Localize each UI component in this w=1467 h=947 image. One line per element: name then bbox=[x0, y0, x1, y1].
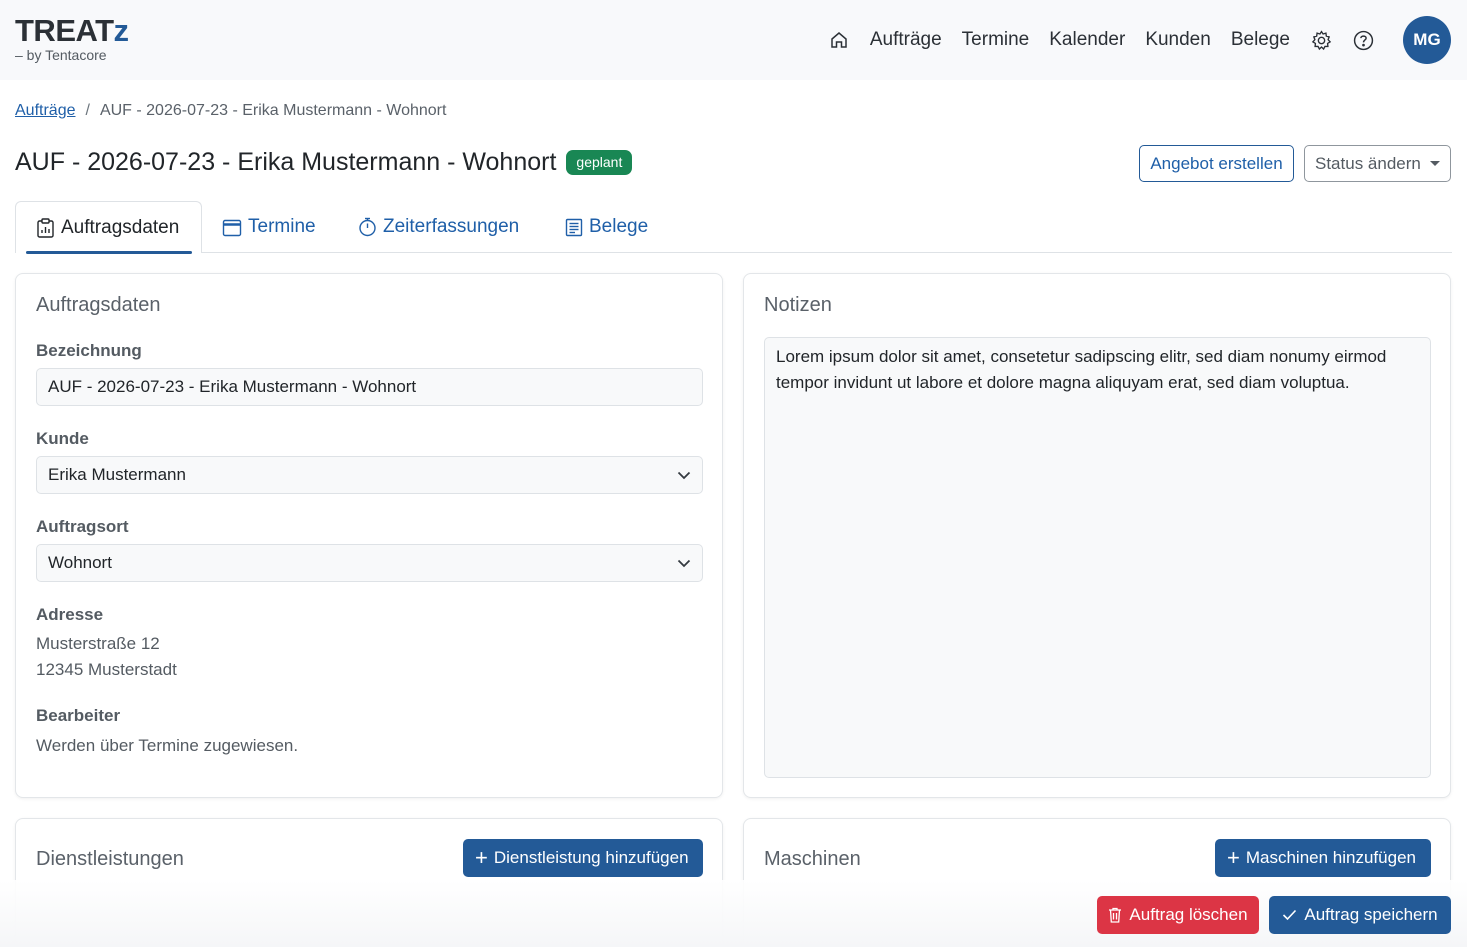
staff-label: Bearbeiter bbox=[36, 706, 121, 725]
chevron-down-icon bbox=[677, 471, 691, 479]
trash-icon bbox=[1109, 907, 1122, 923]
calendar-icon bbox=[222, 219, 242, 236]
card-title: Auftragsdaten bbox=[36, 294, 161, 316]
brand-name: TREATz bbox=[15, 13, 129, 48]
add-machine-label: Maschinen hinzufügen bbox=[1245, 848, 1416, 867]
delete-order-button[interactable]: Auftrag löschen bbox=[1097, 896, 1259, 934]
active-tab-indicator bbox=[26, 251, 192, 254]
notes-card: Notizen Lorem ipsum dolor sit amet, cons… bbox=[743, 273, 1451, 798]
brand-tagline: – by Tentacore bbox=[15, 47, 107, 63]
tab-label: Auftragsdaten bbox=[61, 216, 180, 238]
location-select[interactable]: Wohnort bbox=[36, 544, 703, 582]
user-avatar[interactable]: MG bbox=[1403, 16, 1451, 64]
nav-item-belege[interactable]: Belege bbox=[1231, 29, 1290, 51]
nav-item-termine[interactable]: Termine bbox=[962, 29, 1030, 51]
add-machine-button[interactable]: + Maschinen hinzufügen bbox=[1215, 839, 1431, 877]
tab-belege[interactable]: Belege bbox=[565, 201, 648, 253]
tab-bar: Auftragsdaten Termine Zeiterfassungen Be… bbox=[15, 201, 1452, 254]
card-title: Notizen bbox=[764, 294, 832, 316]
save-order-label: Auftrag speichern bbox=[1304, 905, 1438, 924]
caret-down-icon bbox=[1430, 161, 1440, 166]
nav-item-auftraege[interactable]: Aufträge bbox=[870, 29, 942, 51]
designation-input[interactable]: AUF - 2026-07-23 - Erika Mustermann - Wo… bbox=[36, 368, 703, 406]
location-select-value: Wohnort bbox=[48, 553, 112, 572]
plus-icon: + bbox=[475, 845, 488, 870]
page-title: AUF - 2026-07-23 - Erika Mustermann - Wo… bbox=[15, 148, 633, 177]
nav-item-kunden[interactable]: Kunden bbox=[1145, 29, 1211, 51]
stopwatch-icon bbox=[359, 217, 376, 237]
tab-zeiterfassungen[interactable]: Zeiterfassungen bbox=[358, 201, 519, 253]
nav-item-kalender[interactable]: Kalender bbox=[1049, 29, 1125, 51]
card-title: Dienstleistungen bbox=[36, 848, 184, 870]
address-label: Adresse bbox=[36, 605, 104, 624]
check-icon bbox=[1283, 909, 1297, 921]
help-icon[interactable] bbox=[1352, 29, 1374, 51]
breadcrumb-link-auftraege[interactable]: Aufträge bbox=[15, 102, 75, 120]
tab-label: Zeiterfassungen bbox=[383, 216, 520, 237]
breadcrumb-separator: / bbox=[85, 102, 90, 119]
card-title: Maschinen bbox=[764, 848, 861, 870]
customer-select-value: Erika Mustermann bbox=[48, 465, 186, 484]
clipboard-data-icon bbox=[37, 217, 54, 238]
gear-icon[interactable] bbox=[1310, 29, 1332, 51]
save-order-button[interactable]: Auftrag speichern bbox=[1269, 896, 1451, 934]
address-line2: 12345 Musterstadt bbox=[36, 660, 177, 679]
chevron-down-icon bbox=[677, 559, 691, 567]
change-status-label: Status ändern bbox=[1315, 153, 1421, 173]
add-service-label: Dienstleistung hinzufügen bbox=[493, 848, 689, 867]
top-navbar: TREATz – by Tentacore Aufträge Termine K… bbox=[0, 0, 1467, 80]
address-line1: Musterstraße 12 bbox=[36, 634, 160, 653]
page-title-text: AUF - 2026-07-23 - Erika Mustermann - Wo… bbox=[15, 148, 557, 176]
order-details-card: Auftragsdaten Bezeichnung AUF - 2026-07-… bbox=[15, 273, 723, 798]
customer-select[interactable]: Erika Mustermann bbox=[36, 456, 703, 494]
home-icon[interactable] bbox=[828, 29, 850, 51]
tab-termine[interactable]: Termine bbox=[222, 201, 316, 253]
notes-textarea[interactable]: Lorem ipsum dolor sit amet, consetetur s… bbox=[764, 337, 1431, 778]
customer-label: Kunde bbox=[36, 429, 89, 448]
staff-value: Werden über Termine zugewiesen. bbox=[36, 736, 299, 755]
delete-order-label: Auftrag löschen bbox=[1129, 905, 1248, 924]
plus-icon: + bbox=[1227, 845, 1240, 870]
create-offer-button[interactable]: Angebot erstellen bbox=[1139, 145, 1294, 182]
tab-auftragsdaten[interactable]: Auftragsdaten bbox=[15, 201, 202, 254]
location-label: Auftragsort bbox=[36, 517, 129, 536]
main-nav: Aufträge Termine Kalender Kunden Belege … bbox=[828, 15, 1451, 65]
add-service-button[interactable]: + Dienstleistung hinzufügen bbox=[463, 839, 703, 877]
breadcrumb: Aufträge / AUF - 2026-07-23 - Erika Must… bbox=[15, 102, 446, 120]
change-status-dropdown[interactable]: Status ändern bbox=[1304, 145, 1451, 182]
brand-logo[interactable]: TREATz – by Tentacore bbox=[15, 13, 129, 64]
status-badge: geplant bbox=[566, 150, 633, 175]
receipt-icon bbox=[565, 218, 583, 236]
tab-label: Belege bbox=[589, 216, 649, 237]
designation-label: Bezeichnung bbox=[36, 341, 142, 360]
breadcrumb-current: AUF - 2026-07-23 - Erika Mustermann - Wo… bbox=[99, 102, 447, 119]
tab-label: Termine bbox=[248, 216, 316, 237]
